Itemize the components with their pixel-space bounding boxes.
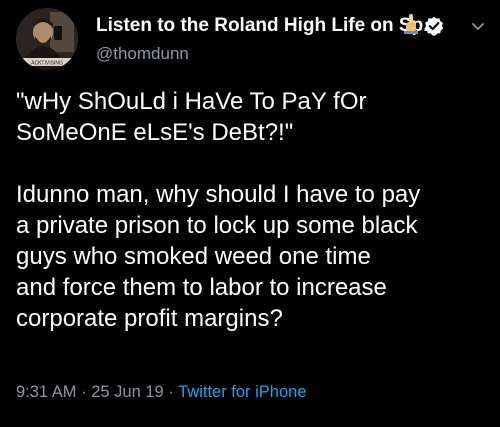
- tweet-source-link[interactable]: Twitter for iPhone: [178, 383, 306, 401]
- avatar[interactable]: ACKTIVISING: [16, 8, 78, 70]
- tweet-time[interactable]: 9:31 AM: [16, 383, 77, 401]
- chevron-down-icon[interactable]: [468, 16, 488, 36]
- name-badges: [404, 13, 444, 39]
- tweet-card: ACKTIVISING Listen to the Roland High Li…: [0, 0, 500, 427]
- tweet-metadata: 9:31 AM · 25 Jun 19 · Twitter for iPhone: [16, 381, 307, 403]
- tweet-paragraph-response: Idunno man, why should I have to pay a p…: [16, 181, 421, 332]
- meta-separator: ·: [81, 383, 87, 401]
- tweet-paragraph-quote: "wHy ShOuLd i HaVe To PaY fOr SoMeOnE eL…: [16, 88, 367, 146]
- tweet-text: "wHy ShOuLd i HaVe To PaY fOr SoMeOnE eL…: [16, 86, 492, 334]
- hand-pointing-icon: [404, 13, 418, 39]
- meta-separator: ·: [168, 383, 174, 401]
- display-name[interactable]: Listen to the Roland High Life on Sp...: [96, 14, 430, 38]
- verified-badge-icon: [424, 16, 444, 36]
- tweet-date[interactable]: 25 Jun 19: [91, 383, 163, 401]
- avatar-caption: ACKTIVISING: [31, 61, 63, 67]
- user-handle[interactable]: @thomdunn: [96, 43, 189, 65]
